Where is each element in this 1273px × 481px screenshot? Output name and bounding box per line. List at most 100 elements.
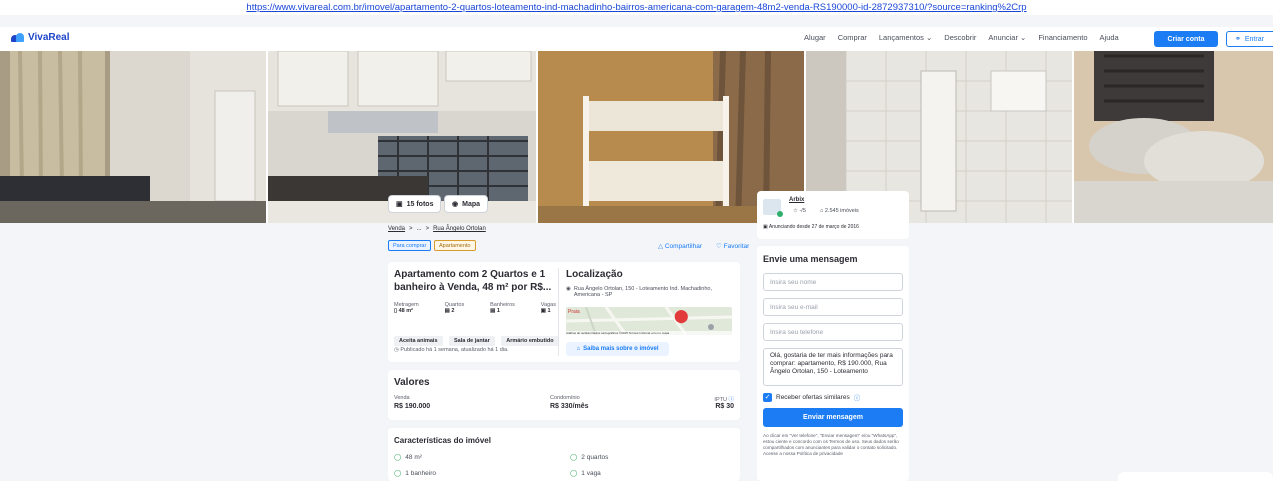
caracteristicas-title: Características do imóvel	[394, 436, 491, 445]
iptu-value: R$ 30	[715, 403, 734, 410]
user-icon: ⚭	[1235, 36, 1241, 43]
feature-text: 48 m²	[405, 453, 422, 461]
nav-item-ajuda[interactable]: Ajuda	[1100, 33, 1119, 42]
phone-input[interactable]: Insira seu telefone	[763, 323, 903, 341]
nav-item-anunciar[interactable]: Anunciar ⌄	[988, 33, 1026, 42]
valores-title: Valores	[394, 377, 430, 388]
nav-item-comprar[interactable]: Comprar	[838, 33, 867, 42]
legal-text: Ao clicar em "Ver telefone", "Enviar men…	[763, 433, 899, 456]
name-input[interactable]: Insira seu nome	[763, 273, 903, 291]
saiba-mais-label: Saiba mais sobre o imóvel	[583, 346, 659, 352]
breadcrumb-rua[interactable]: Rua Ângelo Ortolan	[433, 226, 486, 232]
advertiser-name[interactable]: Arbix	[789, 197, 804, 203]
map-label: Mapa	[462, 200, 481, 208]
location-address: ◉ Rua Ângelo Ortolan, 150 - Loteamento I…	[566, 286, 731, 298]
bath-icon: ▤	[490, 308, 496, 314]
published-text: Publicado há 1 semana, atualizado há 1 d…	[400, 347, 509, 353]
nav-menu: Alugar Comprar Lançamentos ⌄ Descobrir A…	[804, 33, 1119, 42]
breadcrumb: Venda > ... > Rua Ângelo Ortolan	[388, 226, 486, 232]
advertiser-since: ▣ Anunciando desde 27 de março de 2016	[763, 224, 859, 230]
breadcrumb-sep: >	[409, 226, 413, 232]
entrar-button[interactable]: ⚭ Entrar	[1226, 31, 1273, 47]
entrar-label: Entrar	[1244, 35, 1264, 43]
check-icon: ◯	[570, 454, 578, 461]
tag-para-comprar: Para comprar	[388, 240, 432, 251]
amenity-chip: Aceita animais	[394, 336, 443, 346]
amenity-chip: Armário embutido	[501, 336, 559, 346]
stat-value: 1	[496, 308, 500, 314]
stat-banheiros: Banheiros ▤ 1	[490, 302, 515, 314]
logo-icon	[11, 33, 24, 42]
url-bar[interactable]: https://www.vivareal.com.br/imovel/apart…	[0, 0, 1273, 15]
nav-item-lancamentos[interactable]: Lançamentos ⌄	[879, 33, 932, 42]
vivareal-logo[interactable]: VivaReal	[11, 32, 70, 43]
verified-icon	[777, 211, 783, 217]
share-button[interactable]: △ Compartilhar	[658, 242, 702, 250]
favorite-button[interactable]: ♡ Favoritar	[716, 242, 749, 250]
location-pin-icon: ◉	[566, 286, 571, 292]
breadcrumb-venda[interactable]: Venda	[388, 226, 405, 232]
listing-actions: △ Compartilhar ♡ Favoritar	[658, 242, 749, 250]
favorite-label: Favoritar	[723, 243, 750, 250]
map-pin-icon: ◉	[452, 201, 459, 208]
living-room-image	[0, 51, 266, 223]
stat-metragem: Metragem ▯ 48 m²	[394, 302, 419, 314]
nav-item-financiamento[interactable]: Financiamento	[1038, 33, 1087, 42]
breadcrumb-sep: >	[425, 226, 430, 232]
car-icon: ▣	[540, 308, 546, 314]
camera-icon: ▣	[396, 201, 403, 208]
map-place-label: Praia	[568, 309, 580, 315]
check-icon: ◯	[570, 470, 578, 477]
bottom-right-widget[interactable]	[1118, 472, 1273, 481]
valores-card: Valores Venda R$ 190.000 Condomínio R$ 3…	[388, 370, 740, 420]
photos-button[interactable]: ▣ 15 fotos	[388, 195, 442, 213]
stat-value: 2	[451, 308, 455, 314]
send-message-button[interactable]: Enviar mensagem	[763, 408, 903, 427]
stat-quartos: Quartos ▤ 2	[445, 302, 465, 314]
published-info: ◷ Publicado há 1 semana, atualizado há 1…	[394, 347, 509, 353]
listing-title: Apartamento com 2 Quartos e 1 banheiro à…	[394, 269, 552, 293]
imoveis-count: 2.545 imóveis	[824, 208, 859, 214]
advertiser-card: Arbix ☆ -/5 ⌂ 2.545 imóveis ▣ Anunciando…	[757, 191, 909, 239]
clock-icon: ◷	[394, 347, 399, 353]
message-textarea[interactable]: Olá, gostaria de ter mais informações pa…	[763, 348, 903, 386]
contact-title: Envie uma mensagem	[763, 254, 858, 264]
vertical-divider	[558, 268, 559, 356]
feature-text: 1 banheiro	[405, 469, 437, 477]
feature-text: 2 quartos	[581, 453, 609, 461]
map-footer: Atalhos do teclado Dados cartográficos ©…	[566, 331, 732, 335]
caracteristicas-card: Características do imóvel ◯ 48 m² ◯ 2 quar…	[388, 428, 740, 481]
checkbox-checked-icon[interactable]: ✓	[763, 392, 772, 402]
map-thumbnail[interactable]: Praia ⬤ Atalhos do teclado Dados cartogr…	[566, 307, 732, 335]
email-input[interactable]: Insira seu e-mail	[763, 298, 903, 316]
brand-name: VivaReal	[28, 32, 70, 43]
stats-row: Metragem ▯ 48 m² Quartos ▤ 2 Banheiros ▤…	[394, 302, 556, 314]
breadcrumb-ellipsis[interactable]: ...	[417, 226, 422, 232]
check-icon: ◯	[394, 454, 402, 461]
nav-item-descobrir[interactable]: Descobrir	[944, 33, 976, 42]
stat-value: 1	[547, 308, 551, 314]
photo-gallery	[0, 51, 1273, 223]
area-icon: ▯	[394, 308, 398, 314]
check-icon: ◯	[394, 470, 402, 477]
amenities-row: Aceita animais Sala de jantar Armário em…	[394, 329, 561, 347]
photo-living-room[interactable]	[0, 51, 266, 223]
stat-value: 48 m²	[398, 308, 413, 314]
bedroom-image	[1074, 51, 1273, 223]
condominio-value: R$ 330/mês	[550, 403, 589, 410]
advertiser-imoveis: ⌂ 2.545 imóveis	[820, 208, 859, 214]
similar-offers-checkbox[interactable]: ✓ Receber ofertas similares ⓘ	[763, 392, 860, 402]
top-nav: VivaReal Alugar Comprar Lançamentos ⌄ De…	[0, 27, 1273, 51]
nav-item-alugar[interactable]: Alugar	[804, 33, 826, 42]
stat-vagas: Vagas ▣ 1	[541, 302, 556, 314]
saiba-mais-button[interactable]: ⌂ Saiba mais sobre o imóvel	[566, 342, 669, 356]
since-text: Anunciando desde 27 de março de 2016	[768, 224, 859, 230]
info-icon[interactable]: ⓘ	[854, 392, 861, 402]
tag-apartamento: Apartamento	[434, 240, 476, 251]
photo-bedroom[interactable]	[1074, 51, 1273, 223]
map-button[interactable]: ◉ Mapa	[444, 195, 489, 213]
share-label: Compartilhar	[664, 243, 703, 250]
criar-conta-button[interactable]: Criar conta	[1154, 31, 1218, 47]
advertiser-rating: ☆ -/5	[793, 208, 806, 214]
address-text: Rua Ângelo Ortolan, 150 - Loteamento Ind…	[573, 286, 713, 298]
